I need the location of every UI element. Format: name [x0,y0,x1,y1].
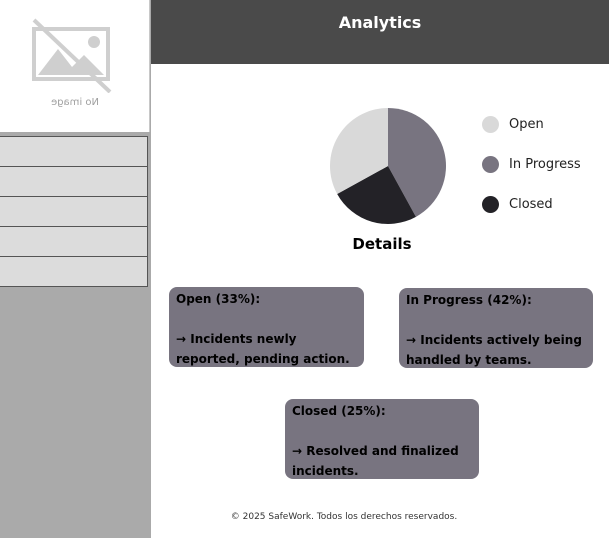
sidebar-item-3[interactable] [0,196,148,227]
card-text: → Resolved and finalized incidents. [292,444,459,478]
page-title: Analytics [338,13,422,32]
sidebar-item-5[interactable] [0,256,148,287]
details-card-open: Open (33%): → Incidents newly reported, … [169,287,364,367]
legend-swatch-in-progress [482,156,499,173]
header: Analytics [151,0,609,64]
card-heading: Open (33%): [176,292,261,306]
sidebar-item-4[interactable] [0,226,148,257]
sidebar-item-1[interactable] [0,136,148,167]
details-title: Details [352,235,412,253]
footer-copyright: © 2025 SafeWork. Todos los derechos rese… [230,512,458,522]
card-heading: Closed (25%): [292,404,386,418]
details-card-closed: Closed (25%): → Resolved and finalized i… [285,399,479,479]
card-text: → Incidents actively being handled by te… [406,333,582,367]
sidebar-nav [0,136,148,287]
legend-label-open: Open [509,117,544,132]
legend-label-closed: Closed [509,197,553,212]
image-placeholder-icon [32,18,112,93]
legend-swatch-open [482,116,499,133]
logo-placeholder: No image [0,0,150,132]
logo-caption: No image [51,97,99,108]
legend-label-in-progress: In Progress [509,157,581,172]
sidebar-item-2[interactable] [0,166,148,197]
sidebar: No image [0,0,151,538]
card-heading: In Progress (42%): [406,293,532,307]
pie-chart [330,108,446,224]
legend-swatch-closed [482,196,499,213]
card-text: → Incidents newly reported, pending acti… [176,332,350,366]
details-card-in-progress: In Progress (42%): → Incidents actively … [399,288,593,368]
